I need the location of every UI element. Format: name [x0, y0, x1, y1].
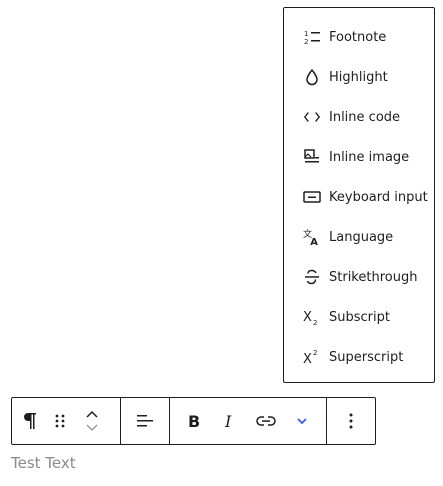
strikethrough-icon [303, 268, 321, 286]
more-options-icon [349, 413, 353, 429]
menu-item-superscript[interactable]: X 2 Superscript [284, 337, 434, 377]
block-tools-group [12, 398, 121, 444]
options-group [327, 398, 375, 444]
menu-item-label: Highlight [329, 69, 388, 85]
rich-text-dropdown-menu: 1 2 Footnote Highlight Inline code Inlin… [283, 7, 435, 383]
menu-item-highlight[interactable]: Highlight [284, 57, 434, 97]
superscript-icon: X 2 [303, 348, 321, 366]
svg-text:2: 2 [313, 319, 317, 326]
keyboard-input-icon [303, 188, 321, 206]
block-toolbar: B I [11, 397, 376, 445]
menu-item-subscript[interactable]: X 2 Subscript [284, 297, 434, 337]
svg-text:2: 2 [304, 38, 308, 46]
italic-icon: I [224, 413, 236, 429]
paragraph-icon [21, 411, 39, 431]
drag-handle-button[interactable] [48, 398, 72, 444]
menu-item-label: Superscript [329, 349, 404, 365]
highlight-icon [303, 68, 321, 86]
subscript-icon: X 2 [303, 308, 321, 326]
menu-item-label: Strikethrough [329, 269, 418, 285]
move-down-icon[interactable] [85, 421, 99, 435]
align-left-icon [136, 414, 154, 428]
menu-item-inline-code[interactable]: Inline code [284, 97, 434, 137]
svg-text:I: I [224, 413, 232, 429]
menu-item-label: Inline code [329, 109, 401, 125]
inline-code-icon [303, 108, 321, 126]
svg-text:X: X [303, 310, 312, 325]
alignment-group [121, 398, 170, 444]
italic-button[interactable]: I [212, 398, 248, 444]
move-up-icon[interactable] [85, 407, 99, 421]
menu-item-footnote[interactable]: 1 2 Footnote [284, 17, 434, 57]
menu-item-label: Language [329, 229, 394, 245]
menu-item-keyboard-input[interactable]: Keyboard input [284, 177, 434, 217]
paragraph-block-button[interactable] [12, 398, 48, 444]
paragraph-text[interactable]: Test Text [11, 454, 76, 472]
link-icon [255, 415, 276, 427]
menu-item-inline-image[interactable]: Inline image [284, 137, 434, 177]
bold-icon: B [187, 413, 201, 429]
link-button[interactable] [248, 398, 284, 444]
more-formatting-button[interactable] [284, 398, 320, 444]
chevron-down-icon [295, 416, 309, 426]
menu-item-label: Inline image [329, 149, 410, 165]
inline-image-icon [303, 148, 321, 166]
svg-text:1: 1 [304, 30, 308, 38]
editor-stage: 1 2 Footnote Highlight Inline code Inlin… [0, 0, 443, 486]
bold-button[interactable]: B [176, 398, 212, 444]
drag-handle-icon [55, 413, 65, 429]
svg-text:X: X [303, 352, 312, 366]
move-block-buttons [72, 398, 112, 444]
menu-item-label: Footnote [329, 29, 387, 45]
align-button[interactable] [121, 398, 169, 444]
svg-text:2: 2 [313, 349, 317, 357]
language-icon: 文 A [303, 228, 321, 247]
formatting-group: B I [170, 398, 327, 444]
svg-text:B: B [188, 413, 200, 429]
footnote-icon: 1 2 [303, 28, 321, 46]
menu-item-label: Subscript [329, 309, 390, 325]
options-button[interactable] [327, 398, 375, 444]
svg-text:A: A [310, 237, 318, 247]
menu-item-strikethrough[interactable]: Strikethrough [284, 257, 434, 297]
menu-item-label: Keyboard input [329, 189, 428, 205]
menu-item-language[interactable]: 文 A Language [284, 217, 434, 257]
